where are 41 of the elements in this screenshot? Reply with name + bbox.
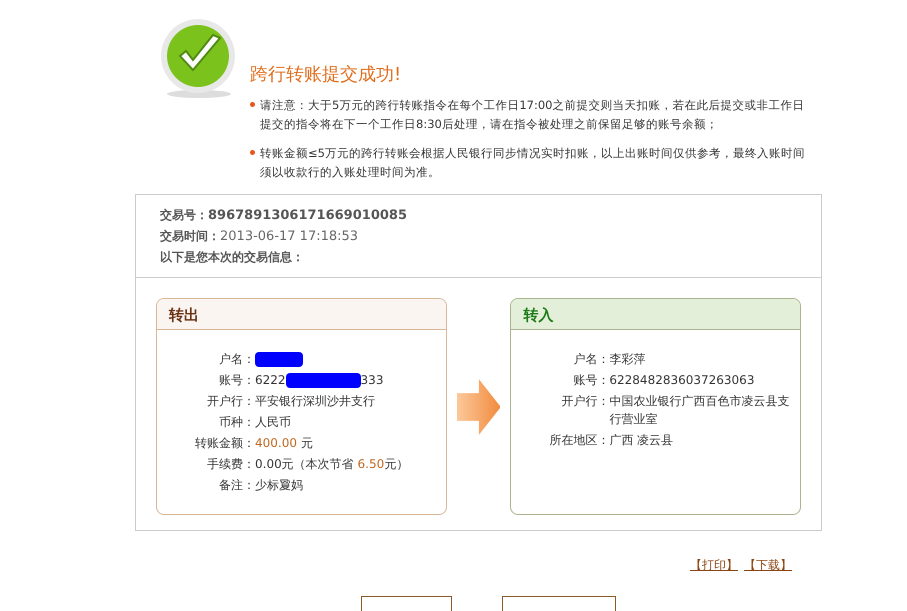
bullet-icon: [250, 102, 255, 107]
field-label: 转账金额：: [194, 435, 255, 452]
amount-text: 6.50: [358, 456, 384, 473]
field-label: 户名：: [572, 351, 610, 368]
field-value: 广西 凌云县: [609, 432, 674, 449]
action-link[interactable]: 【下载】: [744, 557, 792, 574]
field-value: 元）: [384, 456, 408, 473]
arrow-icon: [456, 378, 500, 434]
field-label: 账号：: [218, 372, 255, 389]
field-value: 333: [360, 372, 384, 389]
intro-text: 以下是您本次的交易信息：: [160, 250, 304, 264]
field-value: 李彩萍: [609, 351, 646, 368]
field-label: 手续费：: [206, 456, 255, 473]
field-value: 中国农业银行广西百色市凌云县支行营业室: [609, 393, 790, 428]
field-label: 开户行：: [206, 393, 255, 410]
field-value: 人民币: [255, 414, 291, 431]
transaction-number-label: 交易号：: [160, 208, 208, 222]
success-title: 跨行转账提交成功!: [250, 63, 402, 86]
field-label: 账号：: [572, 372, 610, 389]
field-label: 所在地区：: [548, 432, 610, 449]
field-label: 开户行：: [560, 393, 610, 410]
field-label: 备注：: [218, 477, 255, 494]
redaction-mark: [255, 352, 303, 366]
bullet-icon: [250, 150, 255, 155]
field-label: 币种：: [218, 414, 255, 431]
field-value: 6228482836037263063: [609, 372, 754, 389]
transaction-number: 8967891306171669010085: [208, 208, 407, 223]
card-title: 转入: [511, 299, 800, 330]
field-value: 6222: [255, 372, 286, 389]
field-value: 少标夐妈: [255, 477, 303, 494]
card-title: 转出: [157, 299, 446, 330]
amount-text: 400.00: [255, 435, 297, 452]
transaction-time-label: 交易时间：: [160, 229, 220, 243]
action-link[interactable]: 【打印】: [690, 557, 738, 574]
field-value: 平安银行深圳沙井支行: [255, 393, 375, 410]
notice-text: 请注意：大于5万元的跨行转账指令在每个工作日17:00之前提交则当天扣账，若在此后提交或非工作日提交的指令将在下一个工作日8:30后处理，请在指令被处理之前保留足够的账号余额；: [260, 98, 804, 131]
field-label: 户名：: [218, 351, 255, 368]
notice-text: 转账金额≤5万元的跨行转账会根据人民银行同步情况实时扣账，以上出账时间仅供参考，最终入账时间须以收款行的入账处理时间为准。: [260, 146, 805, 179]
transaction-time: 2013-06-17 17:18:53: [220, 229, 358, 244]
field-value: 0.00元（本次节省: [255, 456, 355, 473]
field-value: 元: [300, 435, 313, 452]
